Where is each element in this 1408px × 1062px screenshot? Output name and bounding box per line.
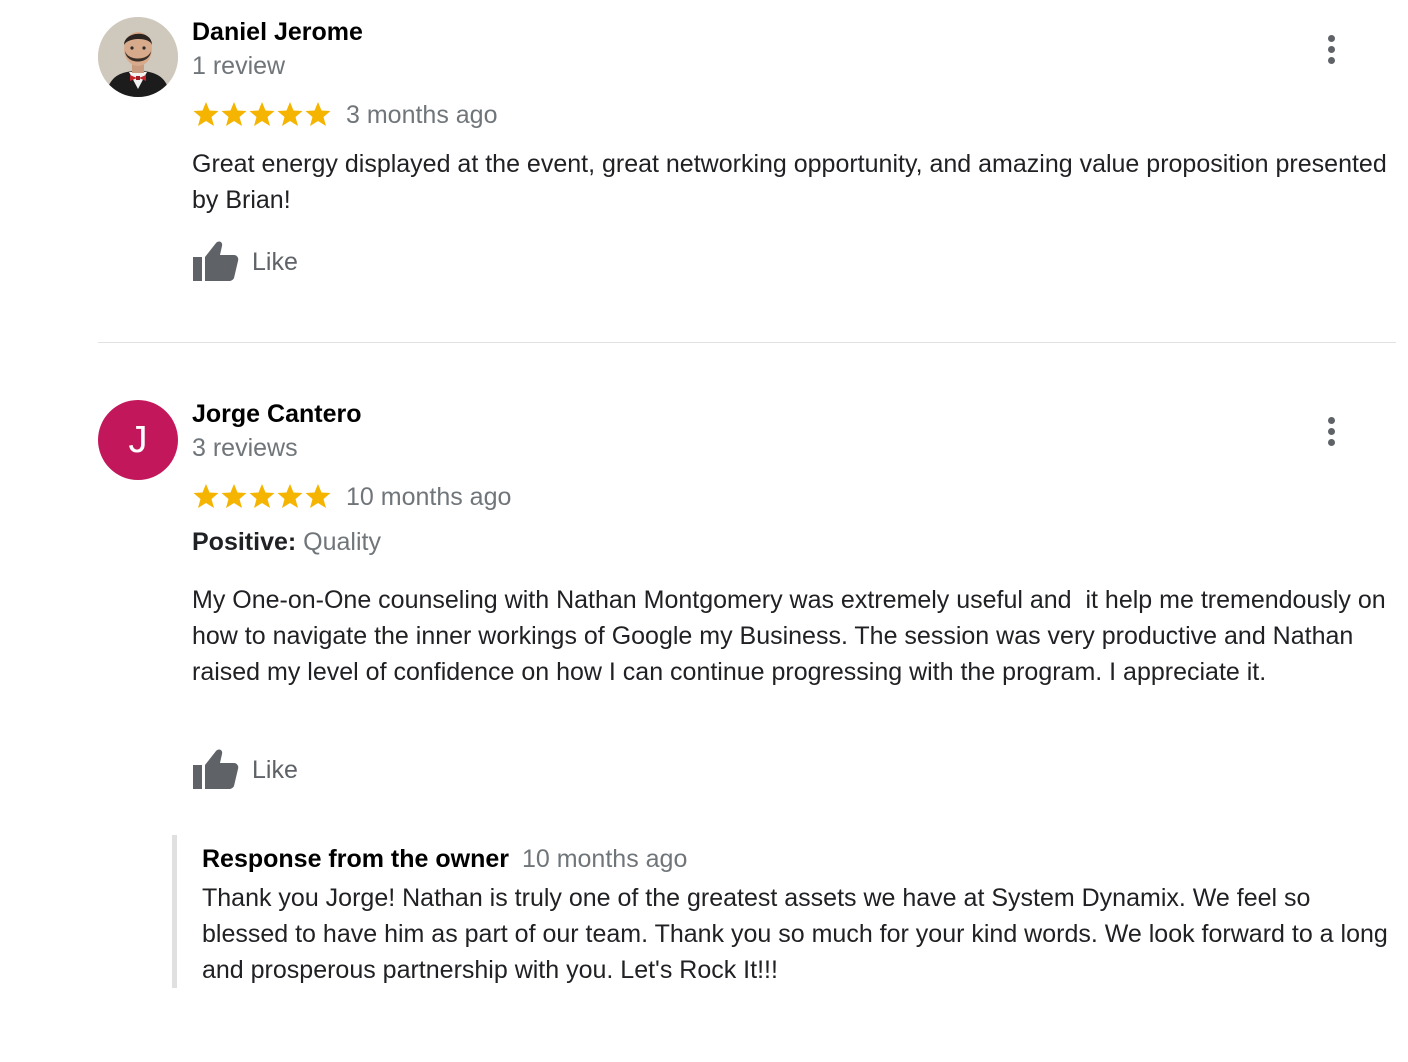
review-text: My One-on-One counseling with Nathan Mon… [192,586,1393,686]
more-options-icon [1328,35,1335,42]
like-label: Like [252,248,298,276]
rating-row: 10 months ago [192,481,572,513]
more-options-icon [1328,417,1335,424]
reviewer-avatar[interactable]: J [98,400,178,480]
star-rating [193,484,331,508]
thumbs-up-icon [193,241,239,281]
owner-response-header: Response from the owner 10 months ago [202,845,687,874]
like-label: Like [252,756,298,784]
review-divider [98,342,1396,343]
review-count[interactable]: 3 reviews [192,434,298,463]
review-time: 10 months ago [346,483,512,511]
like-button[interactable]: Like [192,748,312,792]
owner-response: Response from the owner 10 months ago Th… [172,835,1397,988]
star-icon [305,484,331,508]
thumbs-up-icon [193,749,239,789]
review-highlights: Positive: Quality [192,528,381,557]
reviewer-name[interactable]: Daniel Jerome [192,18,363,47]
highlights-label: Positive: [192,528,297,556]
reviewer-name[interactable]: Jorge Cantero [192,400,361,429]
owner-response-title: Response from the owner [202,845,509,873]
more-options-button[interactable] [1318,412,1346,452]
owner-response-text: Thank you Jorge! Nathan is truly one of … [202,884,1388,984]
more-options-icon-dot [1328,428,1335,435]
review-card: Daniel Jerome 1 review 3 months ago Grea… [0,0,1408,340]
review-time: 3 months ago [346,101,498,129]
star-icon [249,484,275,508]
star-icon [221,484,247,508]
star-icon [249,102,275,126]
star-icon [305,102,331,126]
review-text: Great energy displayed at the event, gre… [192,150,1394,214]
star-icon [221,102,247,126]
avatar-photo-icon [98,17,178,97]
star-icon [193,102,219,126]
like-button[interactable]: Like [192,240,312,284]
star-icon [193,484,219,508]
highlights-value: Quality [303,528,381,556]
rating-row: 3 months ago [192,99,552,131]
star-rating [193,102,331,126]
star-icon [277,102,303,126]
owner-response-time: 10 months ago [521,845,688,873]
more-options-icon-dot [1328,57,1335,64]
star-icon [277,484,303,508]
more-options-button[interactable] [1318,30,1346,70]
more-options-icon-dot [1328,46,1335,53]
more-options-icon-dot [1328,439,1335,446]
reviewer-avatar[interactable] [98,17,178,97]
review-count[interactable]: 1 review [192,52,285,81]
